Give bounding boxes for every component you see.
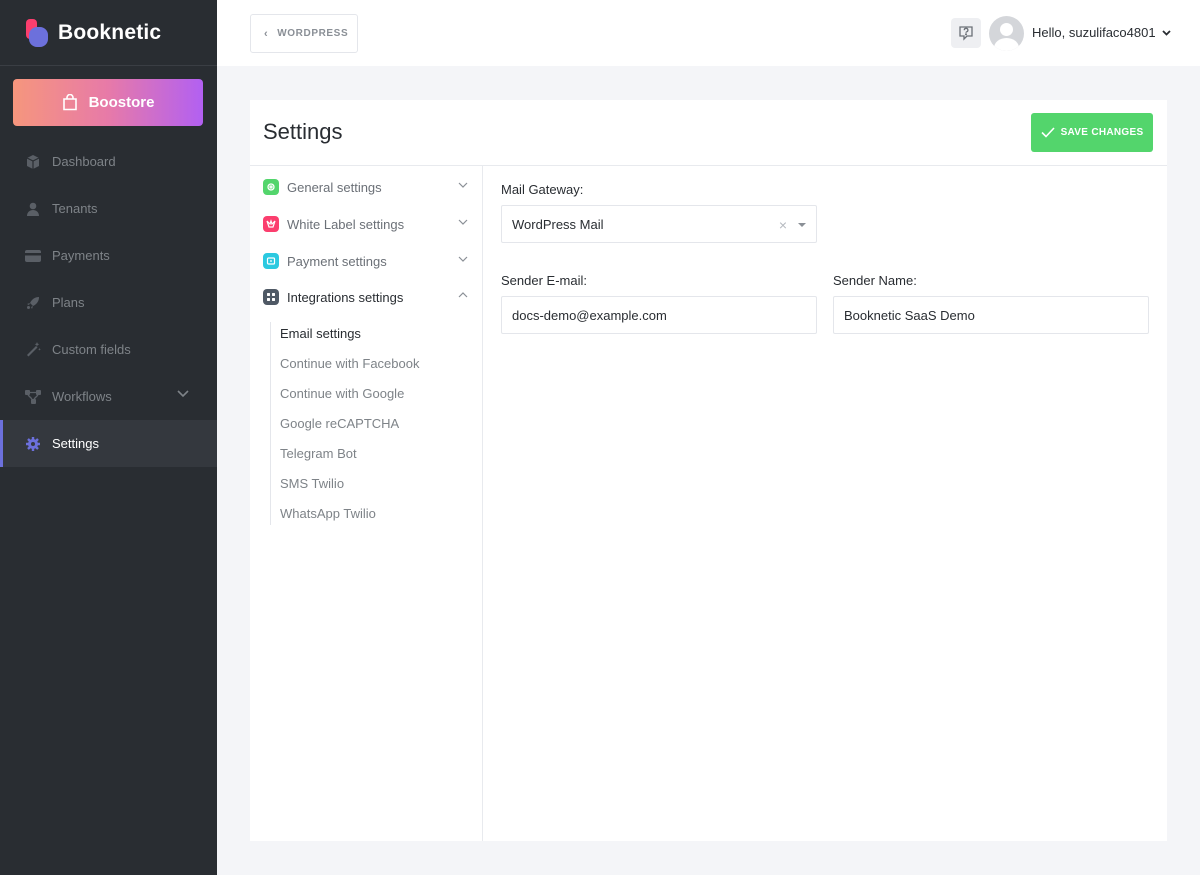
settings-subitem-whatsapp-twilio[interactable]: WhatsApp Twilio (280, 506, 376, 521)
settings-panel: Settings SAVE CHANGES General settings W… (250, 100, 1167, 841)
back-to-wordpress-button[interactable]: ‹ WORDPRESS (250, 14, 358, 53)
shopping-bag-icon (62, 94, 77, 111)
settings-subitem-facebook[interactable]: Continue with Facebook (280, 356, 419, 371)
sidebar-item-plans[interactable]: Plans (0, 279, 217, 326)
sender-name-field[interactable]: Booknetic SaaS Demo (833, 296, 1149, 334)
general-settings-icon (263, 179, 279, 195)
settings-subitem-telegram[interactable]: Telegram Bot (280, 446, 357, 461)
chevron-down-icon (458, 182, 468, 188)
integrations-icon (263, 289, 279, 305)
settings-section-label: General settings (287, 179, 382, 195)
user-greeting: Hello, suzulifaco4801 (1032, 25, 1156, 40)
settings-section-general[interactable]: General settings (263, 177, 468, 197)
settings-subitem-email[interactable]: Email settings (280, 326, 361, 341)
mail-gateway-select[interactable]: WordPress Mail × (501, 205, 817, 243)
chevron-down-icon (458, 219, 468, 225)
sender-email-label: Sender E-mail: (501, 273, 587, 288)
sidebar-item-label: Payments (52, 248, 110, 263)
chevron-left-icon: ‹ (264, 27, 269, 40)
settings-section-white-label[interactable]: White Label settings (263, 214, 468, 234)
chevron-up-icon (458, 292, 468, 298)
payment-settings-icon (263, 253, 279, 269)
sidebar-item-tenants[interactable]: Tenants (0, 185, 217, 232)
sidebar-item-label: Tenants (52, 201, 98, 216)
mail-gateway-label: Mail Gateway: (501, 182, 584, 197)
boostore-label: Boostore (88, 94, 155, 111)
avatar[interactable] (989, 16, 1024, 51)
workflow-icon (25, 389, 41, 405)
magic-wand-icon (25, 342, 41, 358)
sidebar-item-payments[interactable]: Payments (0, 232, 217, 279)
credit-card-icon (25, 248, 41, 264)
sidebar-item-label: Settings (52, 436, 99, 451)
sidebar-item-label: Dashboard (52, 154, 116, 169)
sidebar-item-custom-fields[interactable]: Custom fields (0, 326, 217, 373)
help-button[interactable] (951, 18, 981, 48)
check-icon (1040, 127, 1055, 138)
chevron-down-icon (1161, 29, 1171, 36)
mail-gateway-value: WordPress Mail (512, 216, 604, 232)
sidebar-item-workflows[interactable]: Workflows (0, 373, 217, 420)
settings-subitem-google[interactable]: Continue with Google (280, 386, 404, 401)
save-changes-button[interactable]: SAVE CHANGES (1031, 113, 1153, 152)
help-chat-icon (959, 26, 973, 41)
submenu-guide-line (270, 322, 271, 525)
user-menu[interactable]: Hello, suzulifaco4801 (1032, 25, 1171, 40)
clear-icon[interactable]: × (779, 217, 787, 233)
top-bar: ‹ WORDPRESS Hello, suzulifaco4801 (217, 0, 1200, 66)
sender-name-value: Booknetic SaaS Demo (844, 307, 975, 323)
settings-section-label: White Label settings (287, 216, 405, 232)
panel-header: Settings SAVE CHANGES (250, 100, 1167, 166)
sidebar-nav: Dashboard Tenants Payments Plans Custom … (0, 138, 217, 467)
sidebar: Booknetic Boostore Dashboard Tenants Pay… (0, 0, 217, 875)
sender-name-label: Sender Name: (833, 273, 917, 288)
caret-down-icon (798, 223, 806, 227)
white-label-icon (263, 216, 279, 232)
settings-subitem-sms-twilio[interactable]: SMS Twilio (280, 476, 344, 491)
page-title: Settings (263, 119, 343, 144)
settings-section-integrations[interactable]: Integrations settings (263, 287, 468, 307)
brand[interactable]: Booknetic (0, 0, 217, 66)
sidebar-item-settings[interactable]: Settings (0, 420, 217, 467)
rocket-icon (25, 295, 41, 311)
sidebar-item-dashboard[interactable]: Dashboard (0, 138, 217, 185)
boostore-button[interactable]: Boostore (13, 79, 203, 126)
sidebar-item-label: Workflows (52, 389, 112, 404)
booknetic-logo-icon (26, 18, 48, 47)
brand-name: Booknetic (58, 20, 162, 44)
chevron-down-icon[interactable] (177, 390, 189, 398)
settings-subitem-recaptcha[interactable]: Google reCAPTCHA (280, 416, 399, 431)
sender-email-value: docs-demo@example.com (512, 307, 667, 323)
gear-icon (25, 436, 41, 452)
back-to-wordpress-label: WORDPRESS (277, 28, 349, 39)
sidebar-item-label: Custom fields (52, 342, 131, 357)
sender-email-field[interactable]: docs-demo@example.com (501, 296, 817, 334)
cube-icon (25, 154, 41, 170)
chevron-down-icon (458, 256, 468, 262)
settings-section-label: Payment settings (287, 253, 387, 269)
settings-section-label: Integrations settings (287, 289, 404, 305)
save-changes-label: SAVE CHANGES (1060, 127, 1144, 138)
user-icon (25, 201, 41, 217)
sidebar-item-label: Plans (52, 295, 85, 310)
settings-section-payment[interactable]: Payment settings (263, 251, 468, 271)
settings-nav: General settings White Label settings Pa… (250, 166, 483, 841)
